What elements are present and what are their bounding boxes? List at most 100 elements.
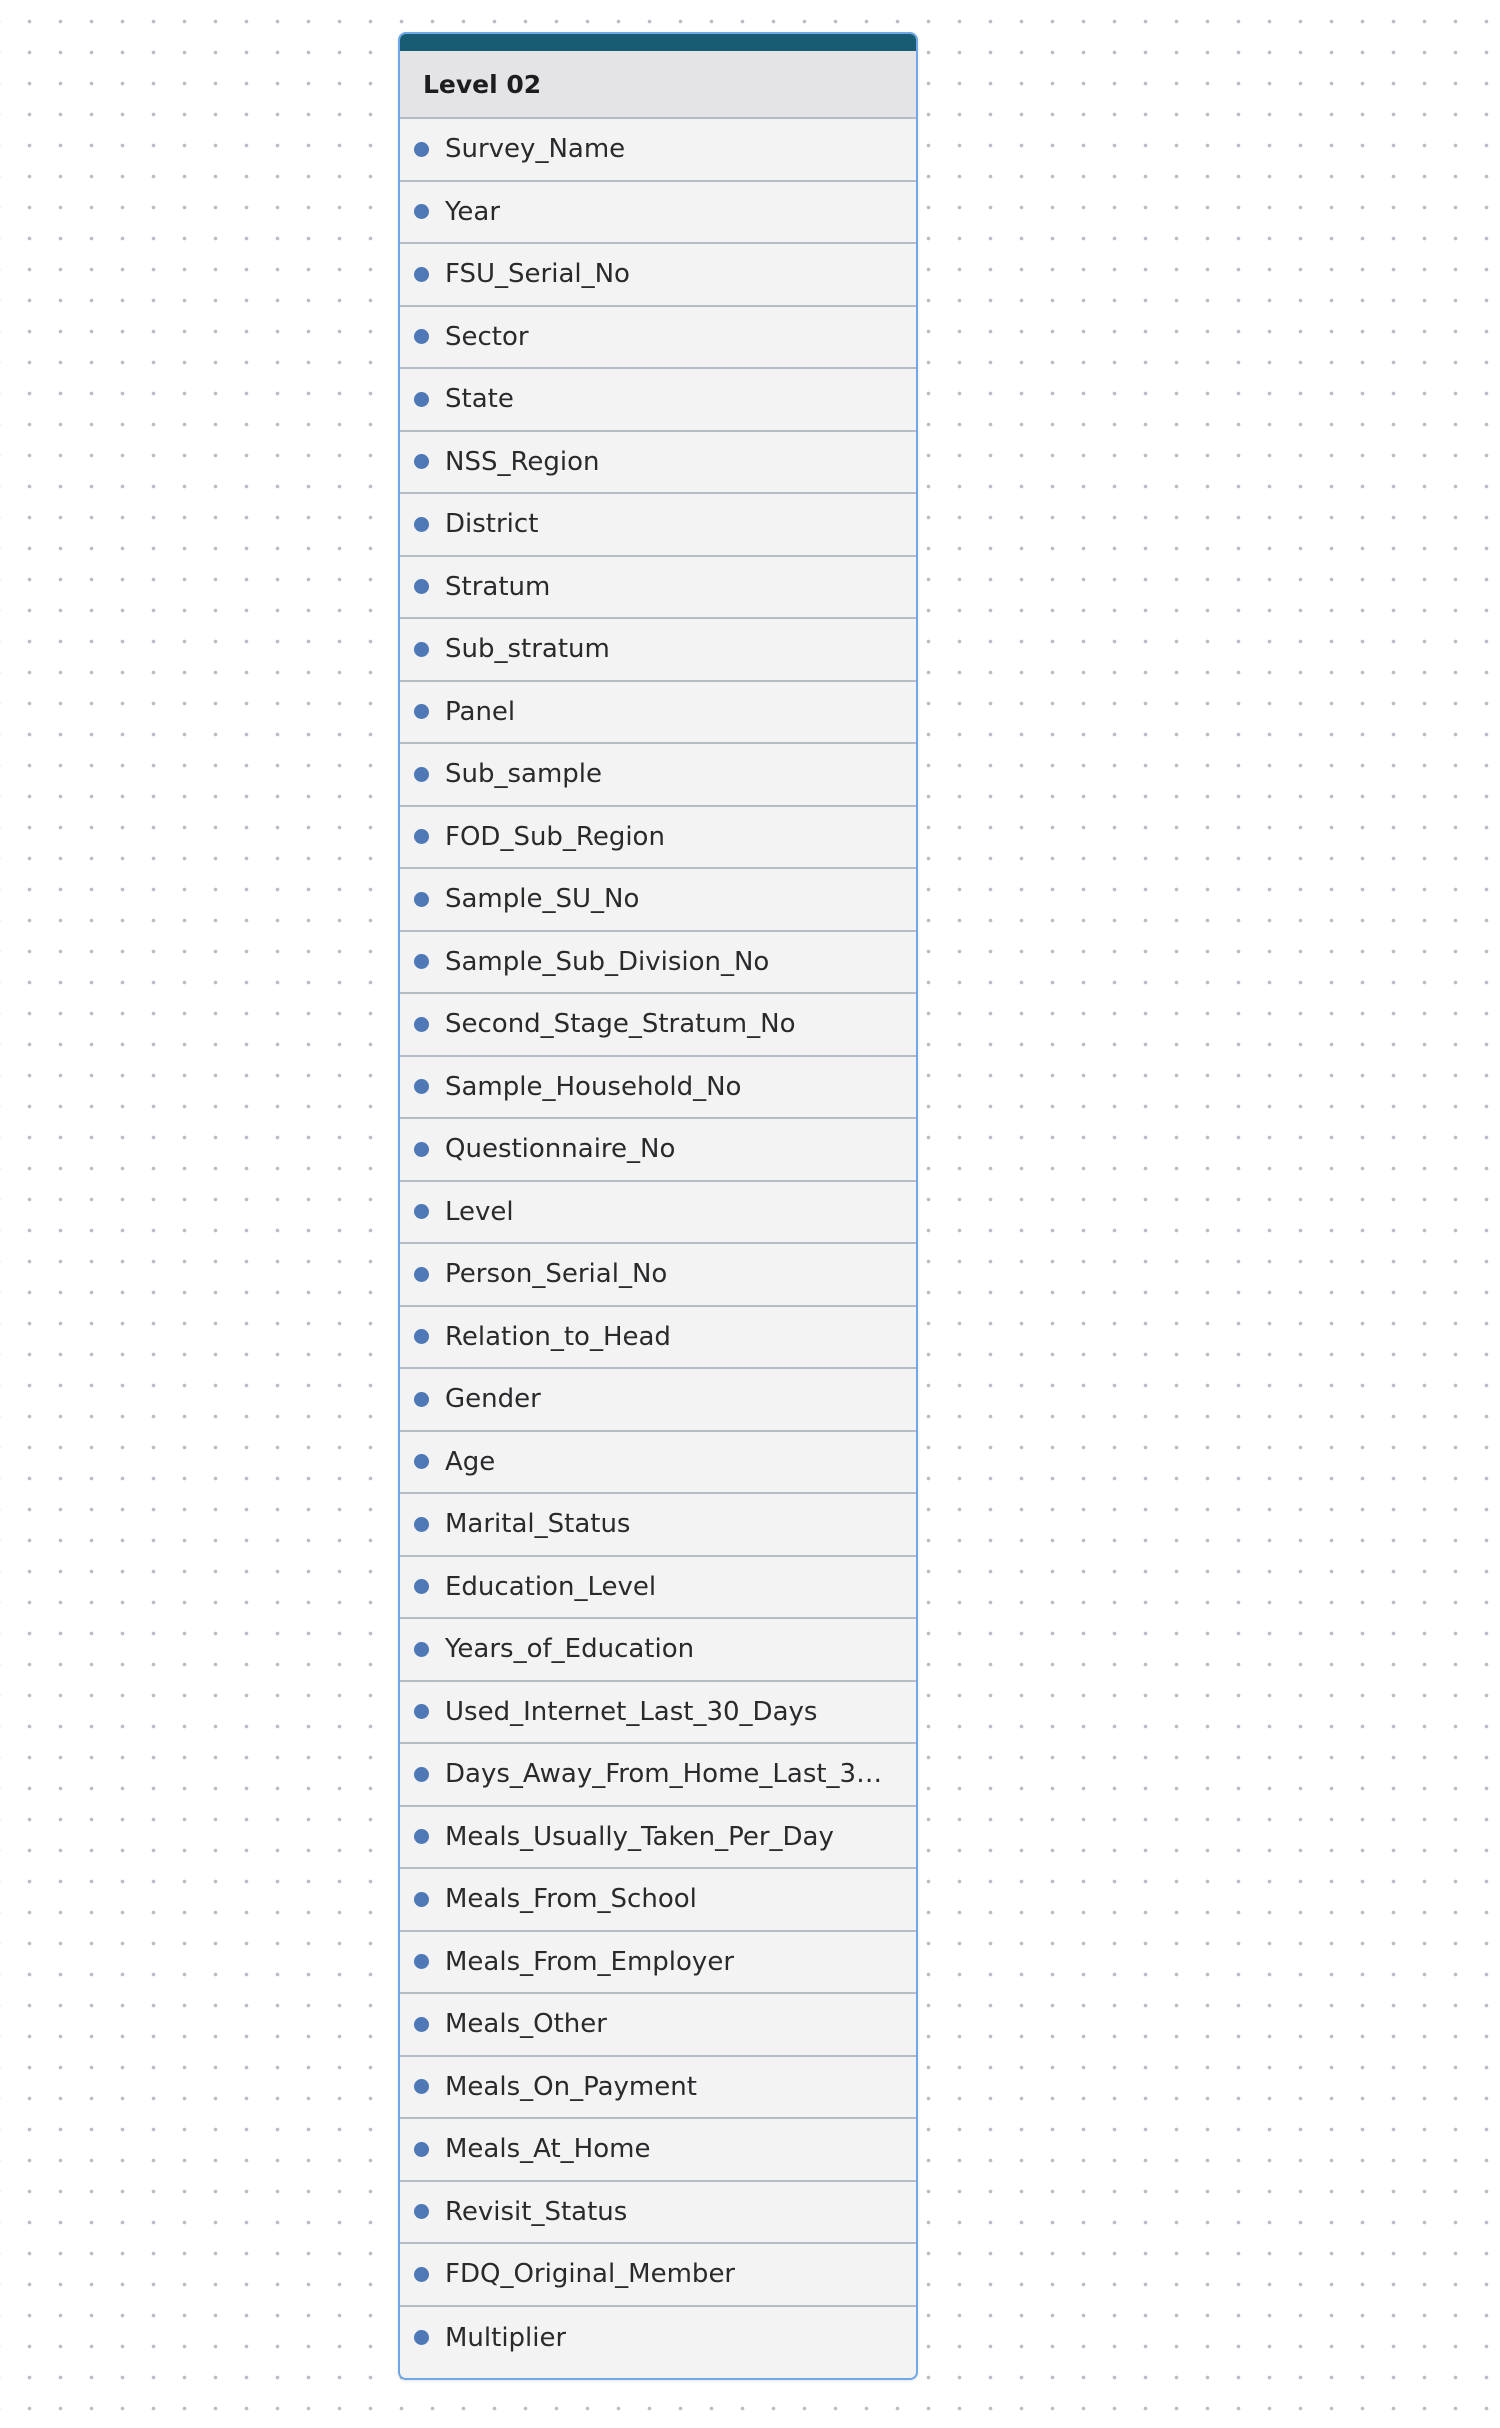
table-card-level-02[interactable]: Level 02 Survey_Name Year FSU_Serial_No Sec…	[398, 32, 918, 2380]
field-row[interactable]: Education_Level	[400, 1556, 916, 1619]
field-row[interactable]: Age	[400, 1431, 916, 1494]
field-name: Gender	[445, 1384, 541, 1415]
diagram-canvas: Level 02 Survey_Name Year FSU_Serial_No Sec…	[0, 0, 1500, 2428]
field-name: Sample_Sub_Division_No	[445, 946, 770, 977]
field-dot-icon	[414, 2016, 429, 2032]
field-row[interactable]: Multiplier	[400, 2306, 916, 2369]
field-row[interactable]: Relation_to_Head	[400, 1306, 916, 1369]
field-row[interactable]: Sub_stratum	[400, 619, 916, 682]
field-name: District	[445, 509, 539, 540]
field-name: Second_Stage_Stratum_No	[445, 1009, 796, 1040]
field-dot-icon	[414, 266, 429, 282]
field-name: Days_Away_From_Home_Last_30_D...	[445, 1759, 895, 1790]
field-name: Years_of_Education	[445, 1634, 695, 1665]
field-row[interactable]: District	[400, 494, 916, 557]
field-row[interactable]: Meals_From_Employer	[400, 1931, 916, 1994]
field-row[interactable]: Year	[400, 181, 916, 244]
field-row[interactable]: Survey_Name	[400, 119, 916, 182]
field-dot-icon	[414, 1704, 429, 1720]
field-row[interactable]: Meals_Other	[400, 1994, 916, 2057]
field-name: FOD_Sub_Region	[445, 821, 665, 852]
field-name: State	[445, 384, 514, 415]
field-name: FDQ_Original_Member	[445, 2259, 736, 2290]
field-list: Survey_Name Year FSU_Serial_No Sector State N…	[400, 119, 916, 2369]
field-row[interactable]: Stratum	[400, 556, 916, 619]
field-dot-icon	[414, 454, 429, 470]
field-name: Education_Level	[445, 1571, 657, 1602]
table-header[interactable]: Level 02	[400, 51, 916, 119]
field-dot-icon	[414, 391, 429, 407]
field-dot-icon	[414, 766, 429, 782]
field-row[interactable]: Second_Stage_Stratum_No	[400, 994, 916, 1057]
field-name: Meals_From_Employer	[445, 1946, 735, 1977]
field-name: Used_Internet_Last_30_Days	[445, 1696, 818, 1727]
field-dot-icon	[414, 1079, 429, 1095]
field-dot-icon	[414, 1516, 429, 1532]
field-name: Sub_sample	[445, 759, 603, 790]
table-title: Level 02	[423, 69, 542, 99]
field-row[interactable]: Meals_Usually_Taken_Per_Day	[400, 1806, 916, 1869]
field-name: Meals_Usually_Taken_Per_Day	[445, 1821, 834, 1852]
field-name: Meals_At_Home	[445, 2134, 651, 2165]
field-dot-icon	[414, 1766, 429, 1782]
field-row[interactable]: Days_Away_From_Home_Last_30_D...	[400, 1744, 916, 1807]
field-dot-icon	[414, 579, 429, 595]
field-row[interactable]: Level	[400, 1181, 916, 1244]
field-name: Stratum	[445, 571, 551, 602]
field-row[interactable]: Sector	[400, 306, 916, 369]
field-name: Sample_Household_No	[445, 1071, 742, 1102]
field-name: Sample_SU_No	[445, 884, 640, 915]
field-dot-icon	[414, 2330, 429, 2346]
field-row[interactable]: Sub_sample	[400, 744, 916, 807]
field-dot-icon	[414, 704, 429, 720]
field-row[interactable]: Used_Internet_Last_30_Days	[400, 1681, 916, 1744]
field-row[interactable]: State	[400, 369, 916, 432]
field-row[interactable]: NSS_Region	[400, 431, 916, 494]
field-row[interactable]: Person_Serial_No	[400, 1244, 916, 1307]
field-dot-icon	[414, 1141, 429, 1157]
field-name: FSU_Serial_No	[445, 259, 630, 290]
field-dot-icon	[414, 2141, 429, 2157]
field-name: Panel	[445, 696, 516, 727]
field-dot-icon	[414, 2079, 429, 2095]
field-row[interactable]: Sample_Household_No	[400, 1056, 916, 1119]
field-row[interactable]: FOD_Sub_Region	[400, 806, 916, 869]
field-row[interactable]: Questionnaire_No	[400, 1119, 916, 1182]
field-name: Person_Serial_No	[445, 1259, 668, 1290]
field-name: Questionnaire_No	[445, 1134, 676, 1165]
field-dot-icon	[414, 954, 429, 970]
field-row[interactable]: Marital_Status	[400, 1494, 916, 1557]
field-row[interactable]: Meals_At_Home	[400, 2119, 916, 2182]
field-row[interactable]: Panel	[400, 681, 916, 744]
field-dot-icon	[414, 1391, 429, 1407]
field-name: Meals_From_School	[445, 1884, 697, 1915]
field-dot-icon	[414, 329, 429, 345]
field-dot-icon	[414, 2266, 429, 2282]
field-dot-icon	[414, 1891, 429, 1907]
field-dot-icon	[414, 641, 429, 657]
field-dot-icon	[414, 1329, 429, 1345]
field-row[interactable]: Sample_SU_No	[400, 869, 916, 932]
field-dot-icon	[414, 829, 429, 845]
field-dot-icon	[414, 1641, 429, 1657]
field-row[interactable]: FSU_Serial_No	[400, 244, 916, 307]
field-name: Relation_to_Head	[445, 1321, 671, 1352]
field-row[interactable]: Sample_Sub_Division_No	[400, 931, 916, 994]
field-name: Sector	[445, 321, 529, 352]
field-row[interactable]: Meals_From_School	[400, 1869, 916, 1932]
field-dot-icon	[414, 1454, 429, 1470]
field-row[interactable]: Years_of_Education	[400, 1619, 916, 1682]
field-row[interactable]: Revisit_Status	[400, 2181, 916, 2244]
field-name: Meals_Other	[445, 2009, 607, 2040]
field-dot-icon	[414, 1204, 429, 1220]
field-dot-icon	[414, 1016, 429, 1032]
field-name: Sub_stratum	[445, 634, 610, 665]
field-row[interactable]: Meals_On_Payment	[400, 2056, 916, 2119]
field-dot-icon	[414, 1829, 429, 1845]
field-name: Marital_Status	[445, 1509, 631, 1540]
field-dot-icon	[414, 1266, 429, 1282]
field-row[interactable]: Gender	[400, 1369, 916, 1432]
field-row[interactable]: FDQ_Original_Member	[400, 2244, 916, 2307]
field-name: Level	[445, 1196, 514, 1227]
field-name: Survey_Name	[445, 134, 626, 165]
